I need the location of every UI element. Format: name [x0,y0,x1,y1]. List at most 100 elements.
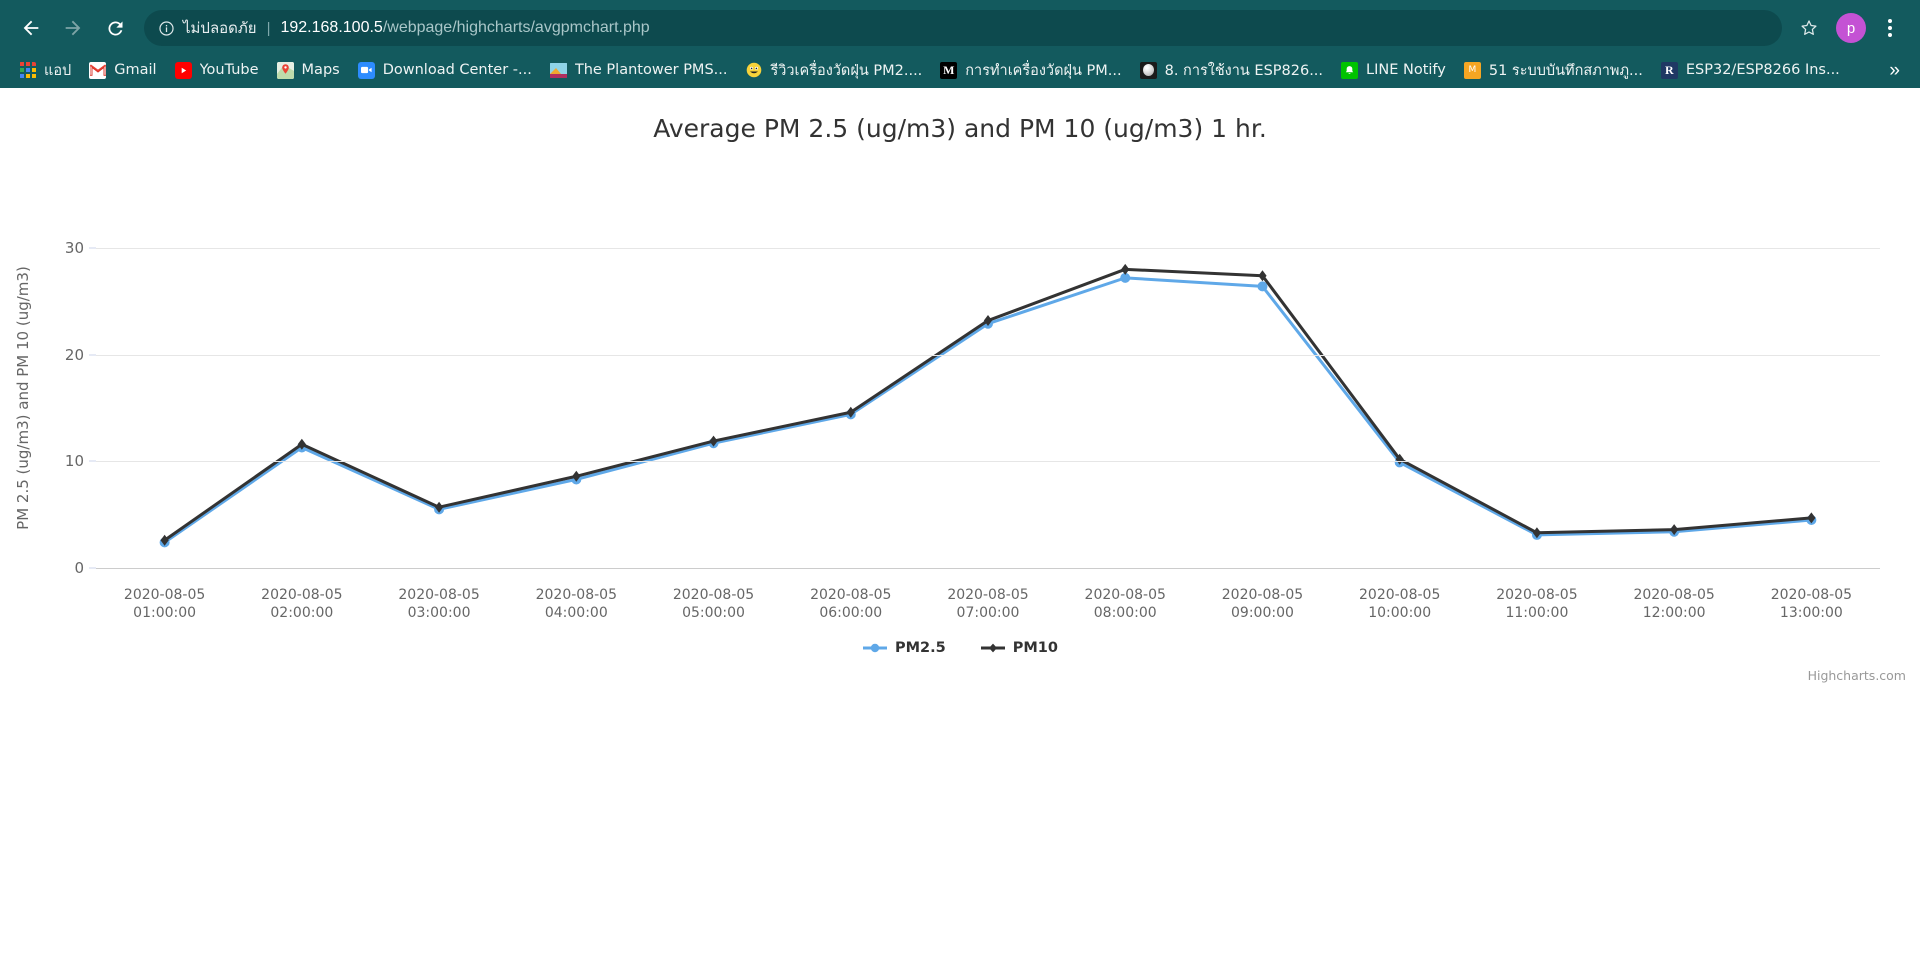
line-notify-icon [1341,61,1359,79]
x-tick-time: 07:00:00 [956,605,1020,621]
x-axis-tick-label: 2020-08-05 12:00:00 [1633,586,1714,622]
back-arrow-icon [23,20,39,36]
x-axis-tick-label: 2020-08-05 09:00:00 [1222,586,1303,622]
y-axis-tick-label: 30 [64,239,84,257]
legend-item-pm10[interactable]: PM10 [980,640,1058,656]
bookmark-label: LINE Notify [1366,62,1446,78]
bookmark-line-notify[interactable]: LINE Notify [1332,56,1455,84]
url-text: 192.168.100.5/webpage/highcharts/avgpmch… [280,19,649,37]
x-axis-tick-label: 2020-08-05 02:00:00 [261,586,342,622]
gmail-icon [89,61,107,79]
bookmark-plantower[interactable]: The Plantower PMS... [541,56,737,84]
x-tick-time: 04:00:00 [544,605,608,621]
bookmark-weather-log[interactable]: M 51 ระบบบันทึกสภาพภู... [1455,56,1652,84]
x-axis-tick-label: 2020-08-05 06:00:00 [810,586,891,622]
x-tick-time: 08:00:00 [1093,605,1157,621]
bookmarks-bar: แอป Gmail YouTube Maps Download Center -… [0,52,1920,88]
back-button[interactable] [12,9,50,47]
medium-icon: M [940,61,958,79]
legend-label: PM2.5 [895,640,946,656]
x-axis-tick-label: 2020-08-05 01:00:00 [124,586,205,622]
bookmark-medium-article[interactable]: M การทำเครื่องวัดฝุ่น PM... [931,56,1130,84]
bookmark-gmail[interactable]: Gmail [80,56,165,84]
bookmark-apps[interactable]: แอป [10,56,80,84]
bookmark-label: Download Center -... [382,62,532,78]
x-axis-tick-label: 2020-08-05 11:00:00 [1496,586,1577,622]
profile-avatar[interactable]: p [1836,13,1866,43]
x-tick-time: 02:00:00 [270,605,334,621]
x-tick-time: 05:00:00 [682,605,745,621]
page-content: Average PM 2.5 (ug/m3) and PM 10 (ug/m3)… [0,88,1920,957]
omnibox[interactable]: ไม่ปลอดภัย | 192.168.100.5/webpage/highc… [144,10,1782,46]
bookmark-label: Maps [301,62,340,78]
bookmark-maps[interactable]: Maps [268,56,349,84]
x-axis-line [96,568,1880,569]
menu-dot-icon [1888,33,1892,37]
bookmark-download-center[interactable]: Download Center -... [349,56,541,84]
y-axis-tick-mark [89,354,96,356]
highcharts-credits: Highcharts.com [1807,668,1906,683]
x-tick-date: 2020-08-05 [398,587,480,603]
x-axis-tick-label: 2020-08-05 07:00:00 [947,586,1028,622]
bookmark-label: รีวิวเครื่องวัดฝุ่น PM2.... [770,62,923,79]
x-axis-tick-label: 2020-08-05 08:00:00 [1085,586,1166,622]
y-axis-tick-mark [89,567,96,569]
bookmark-label: Gmail [114,62,157,78]
x-tick-time: 06:00:00 [819,605,883,621]
bookmarks-overflow-button[interactable]: » [1879,61,1910,80]
forward-button[interactable] [54,9,92,47]
y-axis-tick-mark [89,460,96,462]
bookmark-star-button[interactable] [1792,11,1826,45]
y-axis-tick-label: 10 [64,452,84,471]
x-tick-time: 09:00:00 [1231,605,1294,621]
gridline [96,461,1880,463]
x-tick-time: 13:00:00 [1779,605,1843,621]
chart-plot-area: 0 10 20 30 2020-08-05 01:00:00 2020-08-05 02:00… [65,239,1880,621]
reload-button[interactable] [96,9,134,47]
star-icon [1801,20,1817,35]
randomnerd-icon: R [1660,61,1678,79]
bookmark-youtube[interactable]: YouTube [166,56,268,84]
bookmark-label: ESP32/ESP8266 Ins... [1685,62,1840,78]
x-axis-tick-label: 2020-08-05 05:00:00 [673,586,754,622]
x-tick-date: 2020-08-05 [947,587,1029,603]
esp-icon [1139,61,1157,79]
x-tick-date: 2020-08-05 [535,587,617,603]
x-tick-date: 2020-08-05 [810,587,892,603]
weather-log-icon: M [1463,61,1481,79]
download-center-icon [357,61,375,79]
y-axis-tick-label: 0 [74,559,84,577]
x-tick-date: 2020-08-05 [1496,587,1578,603]
security-status-label: ไม่ปลอดภัย [183,19,257,37]
bookmark-label: YouTube [199,62,259,78]
chrome-menu-button[interactable] [1876,19,1904,37]
bookmark-esp32-instructions[interactable]: R ESP32/ESP8266 Ins... [1652,56,1849,84]
x-tick-date: 2020-08-05 [1633,587,1715,603]
info-circle-icon [158,20,175,37]
x-tick-date: 2020-08-05 [1770,587,1853,603]
x-tick-time: 03:00:00 [407,605,471,621]
url-path: /webpage/highcharts/avgpmchart.php [382,19,650,36]
y-axis-tick-mark [89,247,96,249]
bookmark-pm25-review[interactable]: รีวิวเครื่องวัดฝุ่น PM2.... [736,56,931,84]
bookmark-label: 51 ระบบบันทึกสภาพภู... [1488,62,1643,79]
youtube-icon [174,61,192,79]
plantower-icon [549,62,567,79]
data-point-marker[interactable] [1121,263,1130,275]
reload-icon [107,20,122,35]
omnibox-separator: | [266,19,271,37]
x-axis-tick-label: 2020-08-05 04:00:00 [536,586,617,622]
menu-dot-icon [1888,19,1892,23]
x-axis-tick-label: 2020-08-05 13:00:00 [1771,586,1852,622]
x-tick-date: 2020-08-05 [123,587,206,603]
apps-grid-icon [19,62,36,79]
bookmark-esp8266[interactable]: 8. การใช้งาน ESP826... [1131,56,1332,84]
y-axis-tick-label: 20 [64,345,84,364]
bookmark-label: แอป [44,62,72,79]
legend-marker-diamond-icon [980,643,1005,653]
maps-icon [276,61,294,79]
legend-item-pm25[interactable]: PM2.5 [862,640,946,656]
browser-chrome: ไม่ปลอดภัย | 192.168.100.5/webpage/highc… [0,0,1920,88]
series-line-pm10[interactable] [163,267,1813,542]
x-tick-time: 01:00:00 [133,605,197,621]
